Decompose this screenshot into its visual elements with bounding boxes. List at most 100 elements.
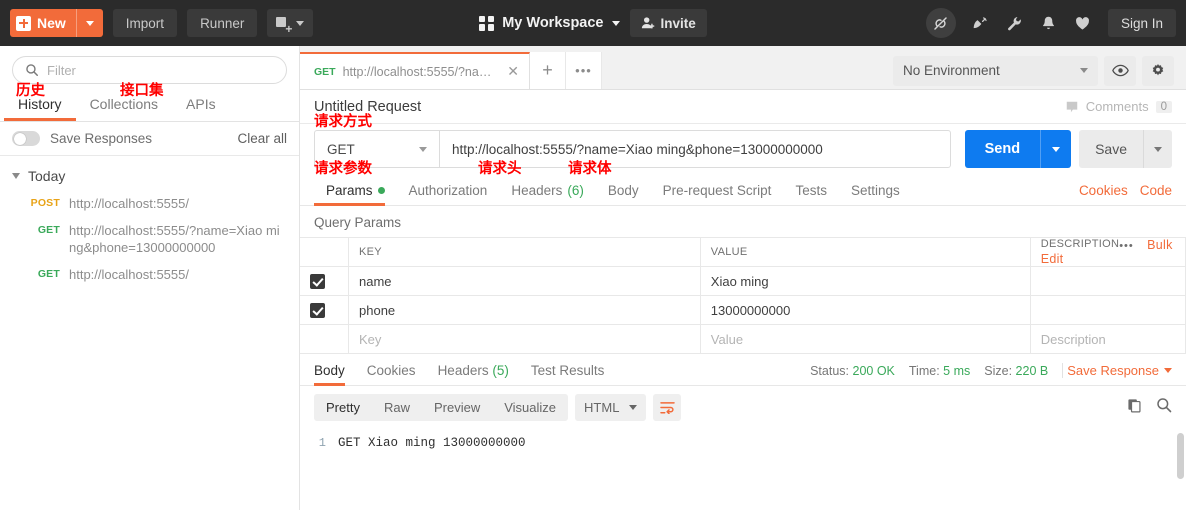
cookies-link[interactable]: Cookies xyxy=(1079,183,1128,198)
sidebar-item-apis[interactable]: APIs xyxy=(172,90,230,121)
comments-button[interactable]: Comments 0 xyxy=(1065,99,1172,114)
row-value-placeholder[interactable]: Value xyxy=(700,324,1031,354)
bell-icon[interactable] xyxy=(1034,8,1064,38)
close-icon[interactable]: ✕ xyxy=(507,63,519,80)
new-button-label-wrap[interactable]: New xyxy=(10,15,76,31)
row-checkbox-cell[interactable] xyxy=(300,295,350,325)
search-input[interactable]: Filter xyxy=(12,56,287,84)
row-checkbox-cell[interactable] xyxy=(300,324,350,354)
history-group-today[interactable]: Today xyxy=(0,164,299,190)
sync-off-icon[interactable] xyxy=(925,8,956,38)
environment-area: No Environment xyxy=(893,52,1186,89)
word-wrap-icon[interactable] xyxy=(653,394,682,421)
sign-in-button[interactable]: Sign In xyxy=(1107,9,1176,37)
response-scrollbar-thumb[interactable] xyxy=(1177,433,1184,479)
annotation-method: 请求方式 xyxy=(314,114,372,130)
size-label: Size: xyxy=(984,363,1013,378)
response-body-text: GET Xiao ming 13000000000 xyxy=(338,436,526,450)
view-mode-group: Pretty Raw Preview Visualize xyxy=(314,394,569,421)
view-mode-raw[interactable]: Raw xyxy=(372,400,422,415)
response-tab-cookies[interactable]: Cookies xyxy=(356,363,427,385)
sidebar-item-history[interactable]: History xyxy=(4,90,76,121)
header-key: KEY xyxy=(348,237,701,267)
row-key[interactable]: name xyxy=(348,266,701,296)
wrench-icon[interactable] xyxy=(1000,8,1030,38)
new-dropdown-toggle[interactable] xyxy=(75,9,103,37)
history-group-label: Today xyxy=(28,168,66,184)
send-button[interactable]: Send xyxy=(964,130,1072,168)
save-responses-row: Save Responses Clear all xyxy=(0,122,299,156)
row-value[interactable]: 13000000000 xyxy=(700,295,1031,325)
search-icon[interactable] xyxy=(1156,397,1172,418)
request-tab[interactable]: GET http://localhost:5555/?name=X... ✕ xyxy=(300,52,530,89)
eye-icon[interactable] xyxy=(1104,55,1136,86)
row-description[interactable] xyxy=(1030,295,1186,325)
clear-all-button[interactable]: Clear all xyxy=(237,131,287,146)
table-row-empty[interactable]: Key Value Description xyxy=(300,324,1186,354)
new-window-button[interactable] xyxy=(267,9,314,37)
row-description[interactable] xyxy=(1030,266,1186,296)
format-select[interactable]: HTML xyxy=(575,394,647,421)
view-mode-visualize[interactable]: Visualize xyxy=(492,400,568,415)
row-checkbox[interactable] xyxy=(310,274,325,290)
view-mode-preview[interactable]: Preview xyxy=(422,400,492,415)
tab-authorization[interactable]: Authorization xyxy=(397,183,500,205)
runner-button[interactable]: Runner xyxy=(187,9,258,37)
save-responses-toggle[interactable] xyxy=(12,131,40,146)
history-url: http://localhost:5555/ xyxy=(69,196,189,211)
row-checkbox[interactable] xyxy=(310,303,325,319)
response-tab-headers[interactable]: Headers (5) xyxy=(427,363,520,385)
tab-pre-request-script[interactable]: Pre-request Script xyxy=(651,183,784,205)
row-value[interactable]: Xiao ming xyxy=(700,266,1031,296)
tab-body-label: Body xyxy=(607,183,639,198)
response-scrollbar[interactable] xyxy=(1177,433,1184,510)
params-modified-dot xyxy=(377,187,385,194)
status-stat: Status: 200 OK xyxy=(810,364,895,378)
tab-body[interactable]: Body xyxy=(596,183,651,205)
view-mode-pretty[interactable]: Pretty xyxy=(314,400,372,415)
response-tab-test-results[interactable]: Test Results xyxy=(520,363,616,385)
new-button[interactable]: New xyxy=(10,9,103,37)
save-dropdown-toggle[interactable] xyxy=(1143,130,1172,168)
size-stat: Size: 220 B xyxy=(984,364,1048,378)
workspace-selector[interactable]: My Workspace xyxy=(479,15,620,31)
table-row[interactable]: name Xiao ming xyxy=(300,266,1186,296)
response-body-viewer[interactable]: 1 GET Xiao ming 13000000000 xyxy=(300,429,1186,510)
tab-options-button[interactable]: ••• xyxy=(566,52,602,89)
import-button[interactable]: Import xyxy=(112,9,178,37)
add-tab-button[interactable]: + xyxy=(530,52,566,89)
row-checkbox-cell[interactable] xyxy=(300,266,350,296)
list-item[interactable]: GET http://localhost:5555/ xyxy=(0,261,299,288)
code-link[interactable]: Code xyxy=(1140,183,1172,198)
send-dropdown-toggle[interactable] xyxy=(1040,130,1071,168)
satellite-icon[interactable] xyxy=(966,8,996,38)
copy-icon[interactable] xyxy=(1127,398,1142,418)
row-description-placeholder[interactable]: Description xyxy=(1030,324,1186,354)
sidebar-tabs: 历史 接口集 History Collections APIs xyxy=(0,84,299,122)
save-button[interactable]: Save xyxy=(1079,130,1172,168)
list-item[interactable]: GET http://localhost:5555/?name=Xiao min… xyxy=(0,217,299,261)
invite-button[interactable]: Invite xyxy=(629,9,707,37)
heart-icon[interactable] xyxy=(1068,8,1098,38)
row-key[interactable]: phone xyxy=(348,295,701,325)
save-response-button[interactable]: Save Response xyxy=(1062,363,1172,378)
environment-select[interactable]: No Environment xyxy=(893,55,1098,86)
tab-headers[interactable]: Headers (6) xyxy=(499,183,596,205)
row-key-placeholder[interactable]: Key xyxy=(348,324,701,354)
tab-params[interactable]: Params xyxy=(314,183,397,206)
response-tab-body[interactable]: Body xyxy=(314,363,356,386)
header-description: DESCRIPTION xyxy=(1040,238,1120,250)
tab-tests[interactable]: Tests xyxy=(783,183,839,205)
tab-headers-count: (6) xyxy=(567,183,584,198)
status-badge: 200 OK xyxy=(852,363,895,378)
request-title-row: Untitled Request Comments 0 xyxy=(300,90,1186,124)
list-item[interactable]: POST http://localhost:5555/ xyxy=(0,190,299,217)
comments-label: Comments xyxy=(1085,99,1149,114)
tab-settings[interactable]: Settings xyxy=(839,183,912,205)
sidebar-item-collections[interactable]: Collections xyxy=(76,90,172,121)
sidebar-item-history-label: History xyxy=(18,96,62,112)
method-value: GET xyxy=(327,141,355,157)
params-options-button[interactable]: ••• xyxy=(1119,240,1134,252)
table-row[interactable]: phone 13000000000 xyxy=(300,295,1186,325)
gear-icon[interactable] xyxy=(1142,55,1174,86)
